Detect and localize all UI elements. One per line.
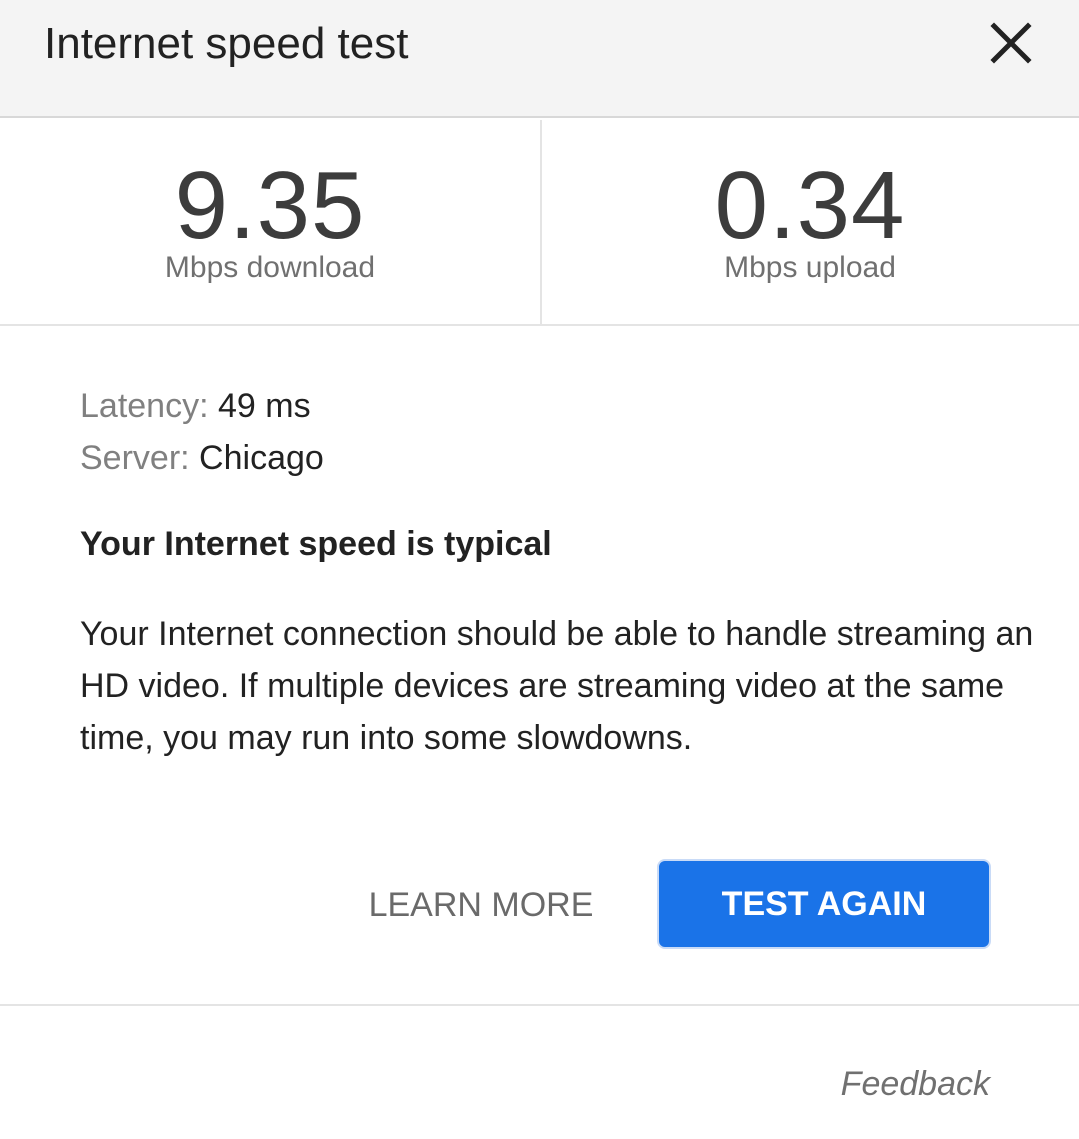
- download-label: Mbps download: [164, 251, 376, 284]
- feedback-link[interactable]: Feedback: [790, 1062, 990, 1106]
- close-button[interactable]: [986, 18, 1036, 68]
- footer-divider: [0, 1004, 1079, 1006]
- latency-key: Latency:: [80, 387, 209, 425]
- server-value: Chicago: [199, 439, 324, 477]
- speed-results: 9.35 Mbps download 0.34 Mbps upload: [0, 120, 1079, 326]
- speed-description: Your Internet connection should be able …: [80, 615, 1034, 757]
- close-icon: [990, 22, 1032, 64]
- dialog-header: Internet speed test: [0, 0, 1079, 118]
- download-value: 9.35: [174, 152, 366, 259]
- connection-details: Latency: 49 ms Server: Chicago: [80, 380, 1020, 484]
- dialog-title: Internet speed test: [44, 19, 409, 68]
- download-result: 9.35 Mbps download: [0, 120, 540, 324]
- test-again-button[interactable]: TEST AGAIN: [657, 859, 991, 949]
- learn-more-button[interactable]: LEARN MORE: [350, 870, 612, 940]
- server-key: Server:: [80, 439, 190, 477]
- speed-verdict: Your Internet speed is typical: [80, 525, 552, 563]
- latency-row: Latency: 49 ms: [80, 380, 1020, 432]
- upload-label: Mbps upload: [724, 251, 896, 284]
- upload-value: 0.34: [714, 152, 906, 259]
- latency-value: 49 ms: [217, 387, 311, 425]
- upload-result: 0.34 Mbps upload: [541, 120, 1079, 324]
- server-row: Server: Chicago: [80, 432, 1020, 484]
